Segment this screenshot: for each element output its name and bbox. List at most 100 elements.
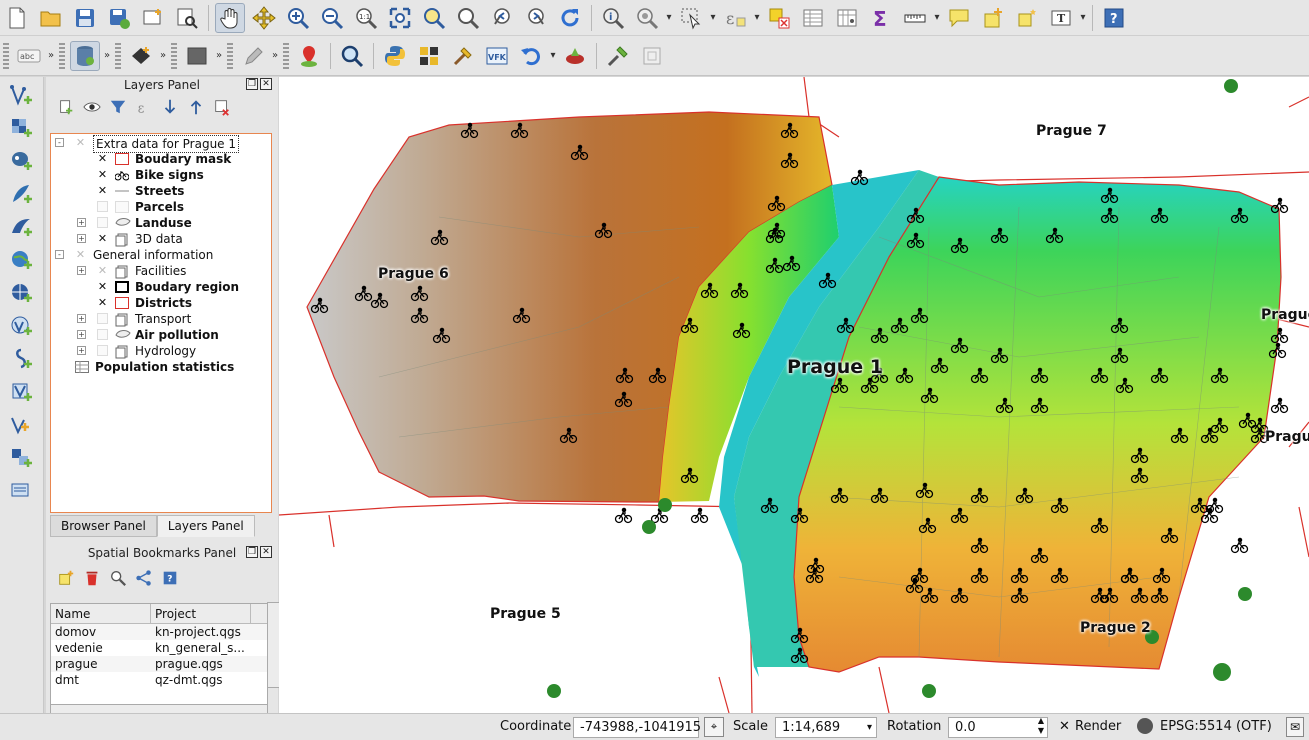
add-wms-layer-icon[interactable]: [6, 245, 36, 275]
toolbar-overflow-icon[interactable]: »: [270, 50, 280, 61]
collapse-all-icon[interactable]: [186, 97, 206, 117]
render-label[interactable]: Render: [1075, 719, 1121, 734]
layer-visibility-checkbox[interactable]: ✕: [97, 281, 108, 292]
chevron-down-icon[interactable]: ▾: [752, 12, 762, 23]
save-project-icon[interactable]: [70, 3, 100, 33]
layer-tree-item[interactable]: ✕ Boudary mask: [51, 151, 271, 167]
expand-all-icon[interactable]: [160, 97, 180, 117]
grid-plugin-icon[interactable]: [414, 41, 444, 71]
open-project-icon[interactable]: [36, 3, 66, 33]
layer-visibility-checkbox[interactable]: ✕: [97, 297, 108, 308]
layer-tree-item[interactable]: ✕ Streets: [51, 183, 271, 199]
save-as-icon[interactable]: [104, 3, 134, 33]
expand-icon[interactable]: +: [77, 330, 86, 339]
labelling-icon[interactable]: abc: [14, 41, 44, 71]
tab-browser-panel[interactable]: Browser Panel: [50, 515, 157, 537]
table-row[interactable]: vedenie kn_general_s...: [51, 640, 267, 656]
expression-select-icon[interactable]: ε: [720, 3, 750, 33]
expand-icon[interactable]: +: [77, 218, 86, 227]
new-shapefile-icon[interactable]: [6, 410, 36, 440]
messages-icon[interactable]: ✉: [1286, 717, 1304, 737]
share-icon[interactable]: [134, 568, 154, 588]
table-row[interactable]: domov kn-project.qgs: [51, 624, 267, 640]
layer-visibility-checkbox[interactable]: [97, 345, 108, 356]
pen-edit-icon[interactable]: [238, 41, 268, 71]
add-group-icon[interactable]: [56, 97, 76, 117]
layer-visibility-checkbox[interactable]: ✕: [97, 233, 108, 244]
zoom-full-icon[interactable]: [385, 3, 415, 33]
layer-tree-item[interactable]: + Air pollution: [51, 327, 271, 343]
remove-layer-icon[interactable]: [212, 97, 232, 117]
new-geopackage-icon[interactable]: [6, 443, 36, 473]
zoom-out-icon[interactable]: [317, 3, 347, 33]
toolbar-grip[interactable]: [3, 42, 9, 69]
toolbar-overflow-icon[interactable]: »: [158, 50, 168, 61]
float-panel-icon[interactable]: ❐: [246, 78, 258, 90]
toolbar-overflow-icon[interactable]: »: [102, 50, 112, 61]
layer-tree-item[interactable]: Parcels: [51, 199, 271, 215]
layer-tree-item[interactable]: - ✕ General information: [51, 247, 271, 263]
layer-tree-item[interactable]: Population statistics: [51, 359, 271, 375]
add-raster-layer-icon[interactable]: [6, 113, 36, 143]
layer-visibility-checkbox[interactable]: [97, 313, 108, 324]
heatmap-plugin-icon[interactable]: [560, 41, 590, 71]
refresh-icon[interactable]: [555, 3, 585, 33]
help-icon[interactable]: ?: [1099, 3, 1129, 33]
add-delimited-text-icon[interactable]: [6, 344, 36, 374]
expand-icon[interactable]: +: [77, 314, 86, 323]
attribute-table-icon[interactable]: [798, 3, 828, 33]
pan-icon[interactable]: [215, 2, 245, 33]
render-check-icon[interactable]: ✕: [1059, 719, 1070, 734]
layer-tree-item[interactable]: ✕ Boudary region: [51, 279, 271, 295]
measure-icon[interactable]: [900, 3, 930, 33]
chevron-down-icon[interactable]: ▾: [548, 50, 558, 61]
toolbar-overflow-icon[interactable]: »: [214, 50, 224, 61]
layer-visibility-checkbox[interactable]: [97, 201, 108, 212]
column-header-name[interactable]: Name: [51, 604, 151, 623]
add-vector-layer-icon[interactable]: [6, 80, 36, 110]
crs-label[interactable]: EPSG:5514 (OTF): [1160, 719, 1272, 734]
expand-icon[interactable]: +: [77, 346, 86, 355]
toolbar-overflow-icon[interactable]: »: [46, 50, 56, 61]
new-project-icon[interactable]: [2, 3, 32, 33]
layer-tree-item[interactable]: + Transport: [51, 311, 271, 327]
add-wcs-layer-icon[interactable]: [6, 278, 36, 308]
delete-bookmark-icon[interactable]: [82, 568, 102, 588]
toolbar-grip[interactable]: [59, 42, 65, 69]
expand-icon[interactable]: +: [77, 266, 86, 275]
layout-manager-icon[interactable]: [172, 3, 202, 33]
coordinate-field[interactable]: -743988,-1041915: [573, 717, 701, 738]
statistics-sigma-icon[interactable]: Σ: [866, 3, 896, 33]
gps-tools-icon[interactable]: [6, 476, 36, 506]
expression-filter-icon[interactable]: ε: [134, 97, 154, 117]
map-canvas[interactable]: Prague 6 Prague 7 Prague 1 Prague 5 Prag…: [279, 77, 1309, 713]
column-header-project[interactable]: Project: [151, 604, 251, 623]
layer-tree-item[interactable]: + Hydrology: [51, 343, 271, 359]
select-icon[interactable]: [676, 3, 706, 33]
new-bookmark-icon[interactable]: [56, 568, 76, 588]
close-icon[interactable]: ✕: [260, 546, 272, 558]
collapse-icon[interactable]: -: [55, 250, 64, 259]
layer-visibility-checkbox[interactable]: ✕: [97, 153, 108, 164]
wrench-plugin-icon[interactable]: [603, 41, 633, 71]
scale-field[interactable]: 1:14,689 ▾: [775, 717, 877, 738]
new-bookmark-icon[interactable]: [978, 3, 1008, 33]
database-icon[interactable]: [70, 40, 100, 71]
filter-icon[interactable]: [108, 97, 128, 117]
table-row[interactable]: prague prague.qgs: [51, 656, 267, 672]
close-icon[interactable]: ✕: [260, 78, 272, 90]
layer-visibility-checkbox[interactable]: ✕: [97, 169, 108, 180]
layer-tree-item[interactable]: - ✕ Extra data for Prague 1: [51, 135, 271, 153]
add-wfs-layer-icon[interactable]: [6, 311, 36, 341]
expand-icon[interactable]: +: [77, 234, 86, 243]
zoom-in-icon[interactable]: [283, 3, 313, 33]
zoom-next-icon[interactable]: [521, 3, 551, 33]
float-panel-icon[interactable]: ❐: [246, 546, 258, 558]
layer-tree-item[interactable]: ✕ Bike signs: [51, 167, 271, 183]
chevron-down-icon[interactable]: ▾: [664, 12, 674, 23]
bookmarks-table[interactable]: Name Project domov kn-project.qgs vedenie k…: [50, 602, 281, 718]
layer-tree-item[interactable]: + ✕ 3D data: [51, 231, 271, 247]
pan-to-selection-icon[interactable]: [249, 3, 279, 33]
field-calculator-icon[interactable]: [832, 3, 862, 33]
vector-digitize-icon[interactable]: [126, 41, 156, 71]
